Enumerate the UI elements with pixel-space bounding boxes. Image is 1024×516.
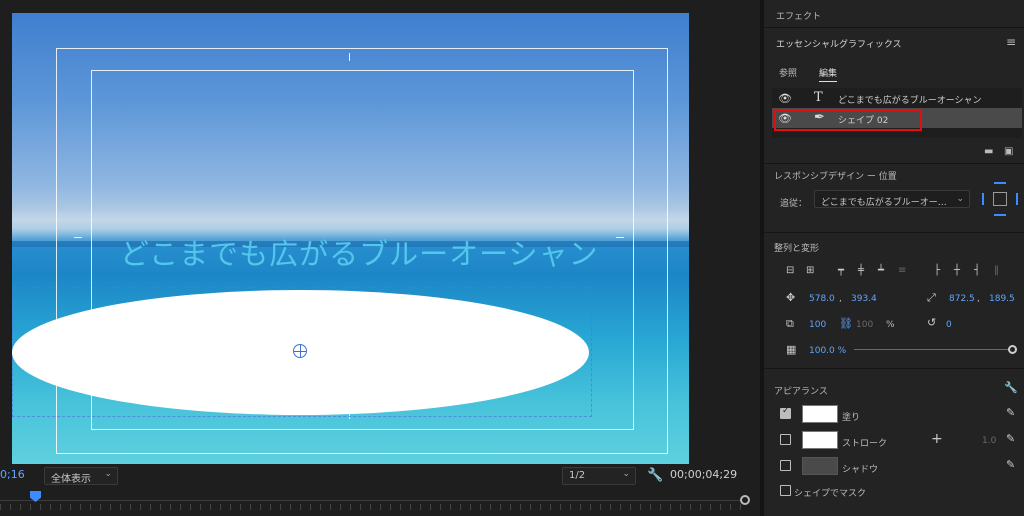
wrench-icon[interactable]: 🔧	[1004, 381, 1018, 394]
title-overlay-text[interactable]: どこまでも広がるブルーオーシャン	[120, 231, 599, 273]
anchor-point-icon: ⤢	[927, 291, 936, 304]
stroke-width-value: 1.0	[982, 436, 997, 446]
opacity-value[interactable]: 100.0 %	[809, 346, 846, 356]
rotation-value[interactable]: 0	[946, 320, 952, 330]
shadow-checkbox[interactable]	[780, 460, 791, 471]
tab-browse[interactable]: 参照	[779, 66, 797, 79]
fill-label: 塗り	[842, 413, 861, 423]
align-middle-icon[interactable]: ╪	[858, 265, 870, 277]
essential-graphics-title: エッセンシャルグラフィックス	[776, 40, 902, 50]
scrub-track	[0, 500, 742, 501]
pin-top-edge[interactable]	[994, 182, 1006, 184]
effects-panel-tab[interactable]: エフェクト	[764, 0, 1024, 28]
rotation-icon: ↺	[927, 316, 937, 329]
position-y-value[interactable]: 393.4	[851, 294, 877, 304]
align-horizontal-center-icon[interactable]: ⊞	[806, 265, 818, 277]
scrub-bar[interactable]	[0, 488, 760, 516]
follow-select-value: どこまでも広がるブルーオー…	[821, 198, 947, 208]
shadow-label: シャドウ	[842, 465, 879, 475]
section-divider	[764, 163, 1024, 164]
fill-color-swatch[interactable]	[802, 405, 838, 423]
new-group-icon[interactable]: ▬	[984, 146, 993, 157]
resolution-select-value: 1/2	[569, 470, 586, 481]
stroke-color-swatch[interactable]	[802, 431, 838, 449]
align-top-icon[interactable]: ┯	[838, 265, 850, 277]
comma-separator: ,	[839, 294, 842, 304]
align-center-icon[interactable]: ┼	[954, 265, 966, 277]
essential-graphics-header: エッセンシャルグラフィックス ≡	[764, 28, 1024, 56]
scroll-handle-icon[interactable]	[740, 495, 750, 505]
appearance-title: アピアランス	[774, 387, 828, 397]
section-divider	[764, 232, 1024, 233]
anchor-y-value[interactable]: 189.5	[989, 294, 1015, 304]
selection-highlight-box	[774, 109, 922, 131]
align-bottom-icon[interactable]: ┷	[878, 265, 890, 277]
stroke-label: ストローク	[842, 439, 888, 449]
program-monitor: どこまでも広がるブルーオーシャン 0;16 全体表示 ⌄ 1/2 ⌄ 🔧 00;…	[0, 0, 760, 516]
monitor-controls: 0;16 全体表示 ⌄ 1/2 ⌄ 🔧 00;00;04;29	[0, 464, 760, 488]
eyedropper-icon[interactable]: ✎	[1006, 406, 1015, 419]
eyedropper-icon[interactable]: ✎	[1006, 458, 1015, 471]
percent-unit: %	[886, 320, 895, 330]
scale-icon: ⧉	[786, 317, 794, 330]
scale-value[interactable]: 100	[809, 320, 826, 330]
pin-right-edge[interactable]	[1016, 193, 1018, 205]
comma-separator: ,	[977, 294, 980, 304]
premiere-workspace: どこまでも広がるブルーオーシャン 0;16 全体表示 ⌄ 1/2 ⌄ 🔧 00;…	[0, 0, 1024, 516]
new-layer-icon[interactable]: ▣	[1004, 146, 1013, 157]
distribute-vertical-icon[interactable]: ≡	[898, 265, 910, 277]
video-frame[interactable]: どこまでも広がるブルーオーシャン	[12, 13, 689, 464]
anchor-x-value[interactable]: 872.5	[949, 294, 975, 304]
guide-tick	[74, 237, 82, 238]
pin-bottom-edge[interactable]	[994, 214, 1006, 216]
distribute-horizontal-icon[interactable]: ‖	[994, 265, 1006, 277]
pin-center-box	[993, 192, 1007, 206]
tab-edit[interactable]: 編集	[819, 66, 838, 82]
layer-item-text[interactable]: 👁 T どこまでも広がるブルーオーシャン	[772, 88, 1022, 108]
align-vertical-center-icon[interactable]: ⊟	[786, 265, 798, 277]
opacity-slider-knob[interactable]	[1008, 345, 1017, 354]
responsive-design-title: レスポンシブデザイン ー 位置	[774, 172, 897, 182]
pin-left-edge[interactable]	[982, 193, 984, 205]
section-divider	[764, 368, 1024, 369]
resolution-select[interactable]: 1/2 ⌄	[562, 467, 636, 485]
chevron-down-icon: ⌄	[104, 469, 112, 479]
position-icon: ✥	[786, 291, 796, 304]
pin-to-edges-control[interactable]	[980, 180, 1020, 218]
eye-icon[interactable]: 👁	[778, 92, 792, 105]
opacity-icon: ▦	[786, 343, 797, 356]
shadow-color-swatch[interactable]	[802, 457, 838, 475]
anchor-point-icon[interactable]	[293, 344, 307, 358]
timecode-current[interactable]: 0;16	[0, 468, 25, 481]
add-stroke-icon[interactable]: +	[931, 431, 943, 447]
chevron-down-icon: ⌄	[622, 469, 630, 479]
link-icon[interactable]: ⛓	[839, 317, 853, 330]
fill-checkbox[interactable]	[780, 406, 791, 419]
stroke-checkbox[interactable]	[780, 434, 791, 445]
align-left-icon[interactable]: ├	[934, 265, 946, 277]
text-icon: T	[814, 90, 823, 105]
time-ruler	[0, 504, 742, 510]
panel-menu-icon[interactable]: ≡	[1006, 35, 1016, 49]
essential-graphics-panel: エフェクト エッセンシャルグラフィックス ≡ 参照 編集 👁 T どこまでも広が…	[764, 0, 1024, 516]
opacity-slider[interactable]	[854, 349, 1012, 350]
guide-tick	[349, 53, 350, 61]
position-x-value[interactable]: 578.0	[809, 294, 835, 304]
align-transform-title: 整列と変形	[774, 244, 820, 254]
layer-name: どこまでも広がるブルーオーシャン	[838, 96, 982, 106]
zoom-select-value: 全体表示	[51, 474, 91, 485]
mask-with-shape-label: シェイプでマスク	[794, 489, 867, 499]
align-right-icon[interactable]: ┤	[974, 265, 986, 277]
mask-checkbox[interactable]	[780, 485, 791, 496]
scale-h-value: 100	[856, 320, 874, 330]
chevron-down-icon: ⌄	[956, 194, 964, 204]
follow-select[interactable]: どこまでも広がるブルーオー… ⌄	[814, 190, 970, 208]
eyedropper-icon[interactable]: ✎	[1006, 432, 1015, 445]
wrench-icon[interactable]: 🔧	[647, 468, 663, 483]
follow-label: 追従：	[780, 199, 808, 209]
zoom-select[interactable]: 全体表示 ⌄	[44, 467, 118, 485]
timecode-duration: 00;00;04;29	[670, 468, 738, 481]
guide-tick	[616, 237, 624, 238]
